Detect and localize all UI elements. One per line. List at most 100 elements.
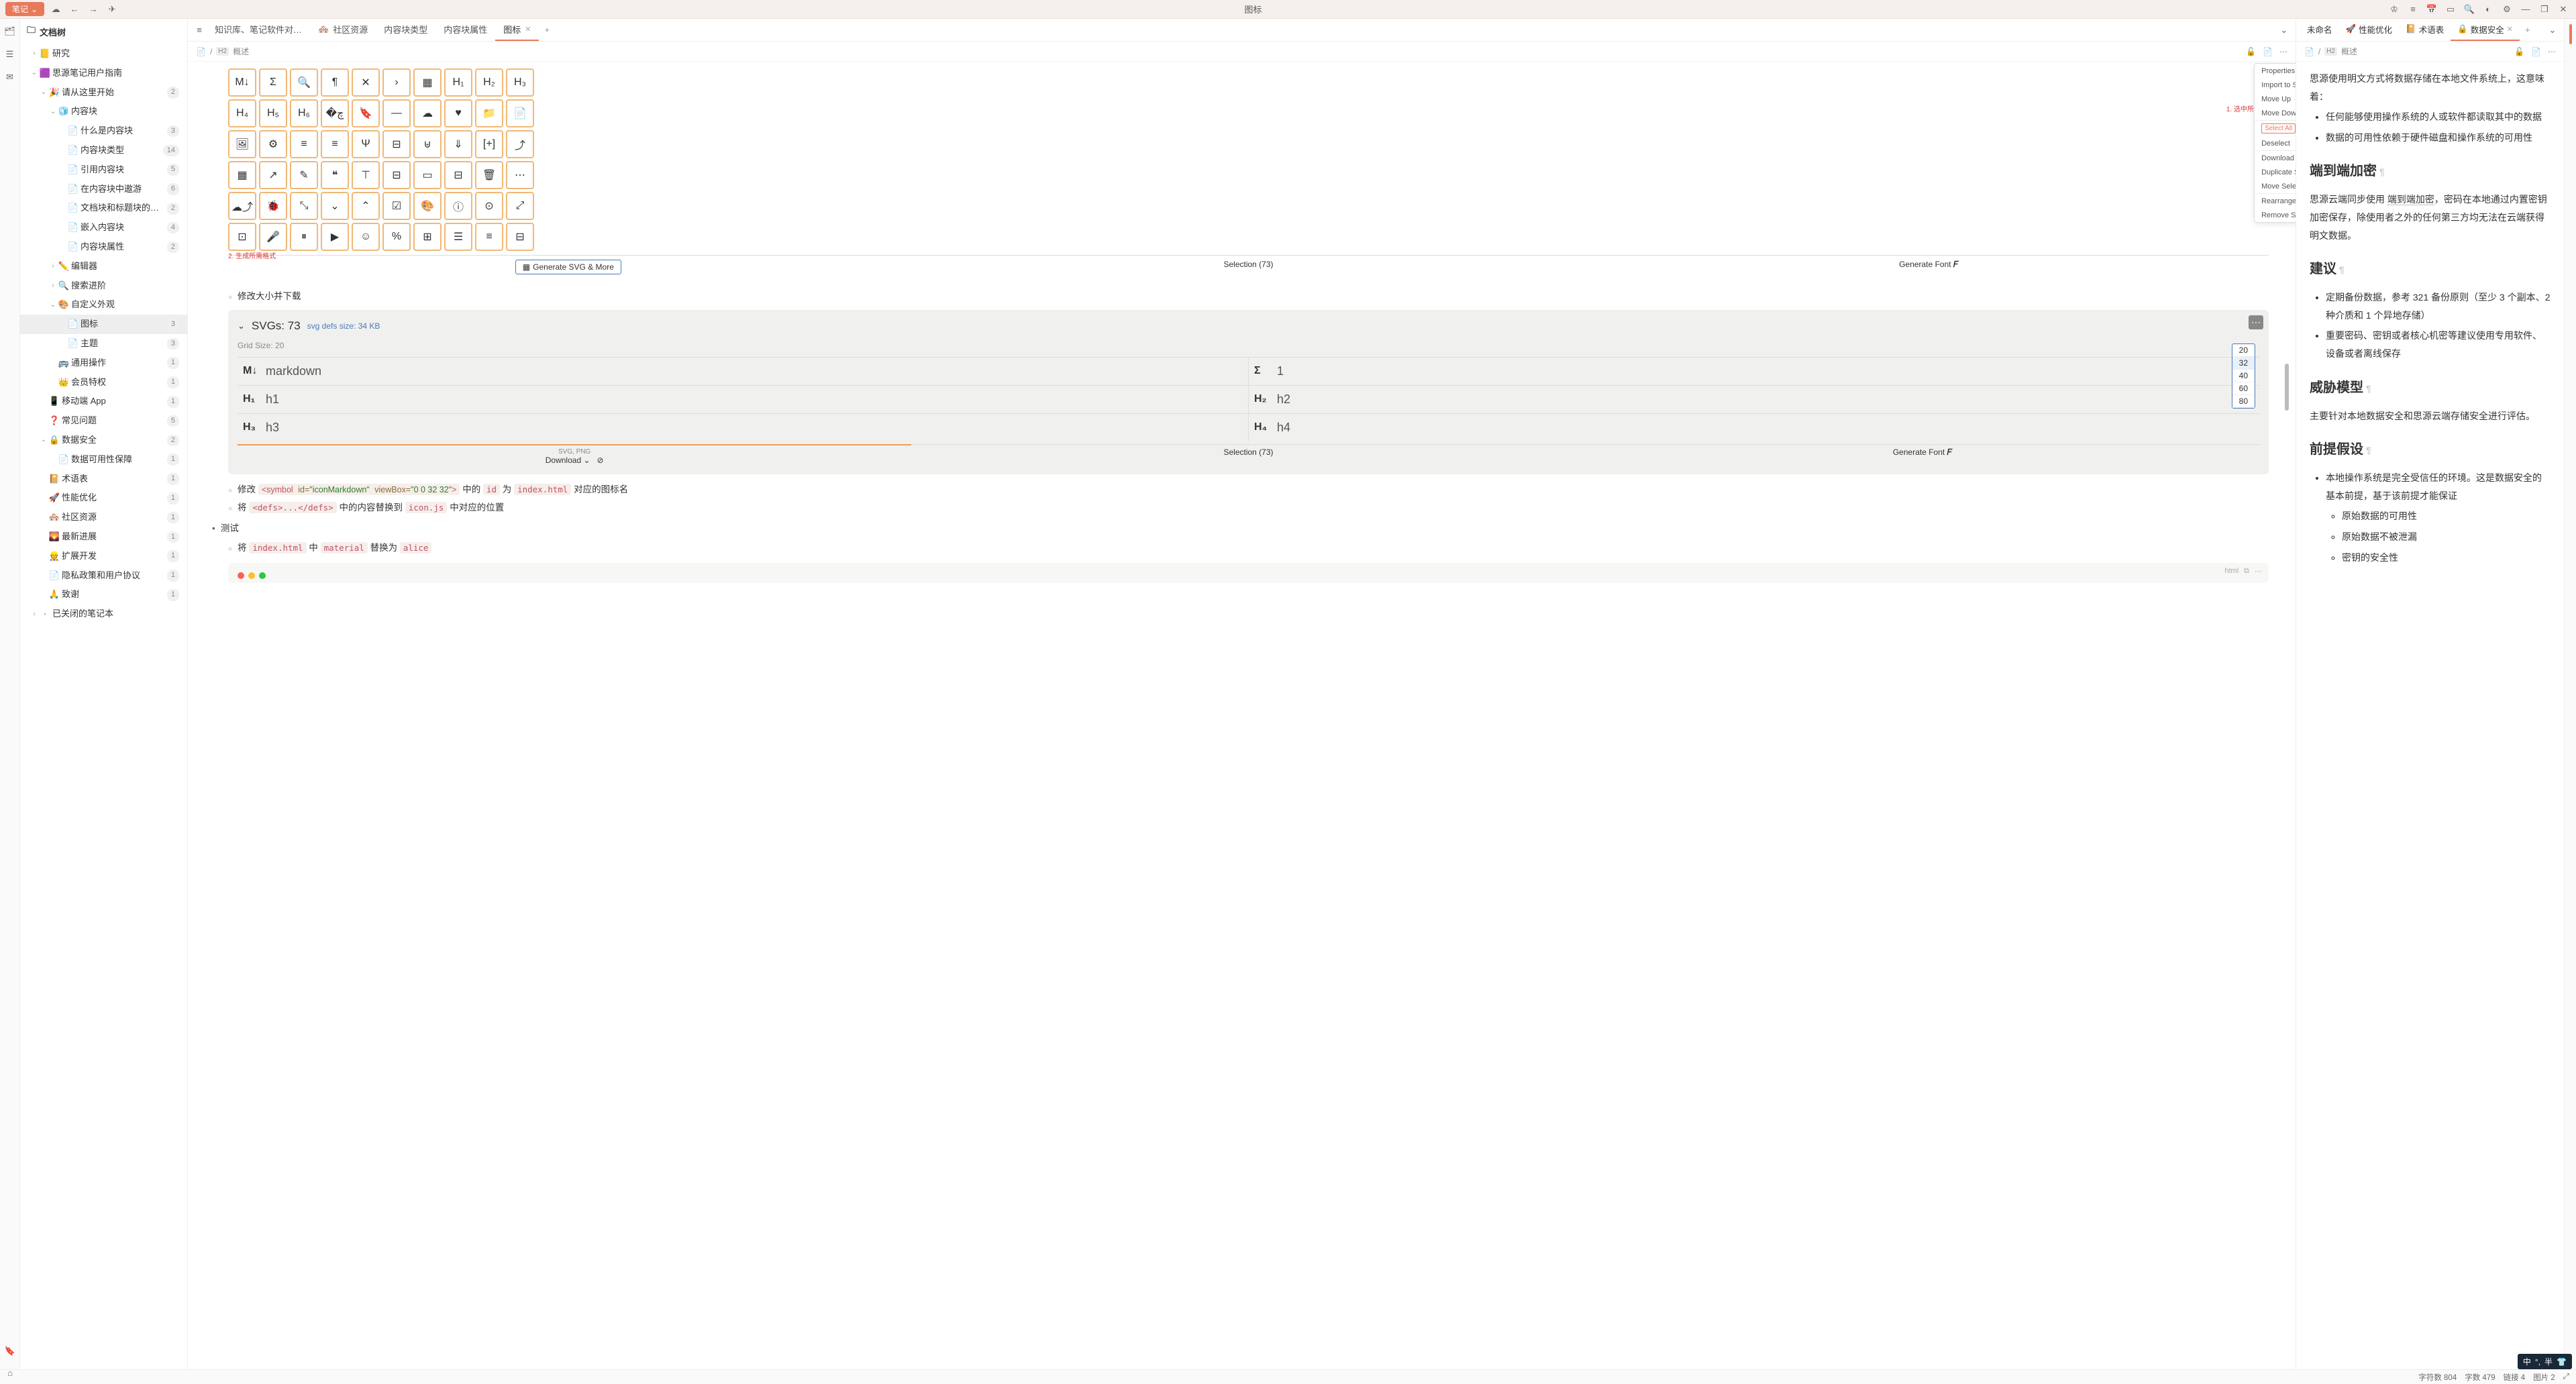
icon-cell[interactable]: ⊟ <box>382 130 411 158</box>
tree-item[interactable]: ⌄🎨自定义外观 <box>20 295 187 315</box>
icon-cell[interactable]: ✎ <box>290 161 318 189</box>
icon-cell[interactable]: ⊡ <box>228 223 256 251</box>
tree-item[interactable]: 🌄最新进展1 <box>20 527 187 547</box>
doc-icon[interactable]: 📄 <box>2531 47 2541 56</box>
tree-item[interactable]: 📄嵌入内容块4 <box>20 218 187 237</box>
doc-icon[interactable]: 📄 <box>2263 47 2273 56</box>
icon-cell[interactable]: �چ <box>321 99 349 127</box>
icon-cell[interactable]: ⊎ <box>413 130 442 158</box>
icon-cell[interactable]: ⤴ <box>506 130 534 158</box>
tab-add[interactable]: + <box>2520 22 2536 38</box>
tree-item[interactable]: 👑会员特权1 <box>20 373 187 392</box>
tab-close-icon[interactable]: ✕ <box>525 25 531 34</box>
icon-cell[interactable]: ≡ <box>290 130 318 158</box>
window-icon[interactable]: ▭ <box>2443 2 2458 17</box>
tree-item[interactable]: 👷扩展开发1 <box>20 547 187 566</box>
menu-item[interactable]: Move Selection Here⎘ <box>2255 179 2296 193</box>
tab-add[interactable]: + <box>539 22 555 38</box>
menu-item[interactable]: Duplicate Selection Here⎘ <box>2255 165 2296 179</box>
icon-cell[interactable]: 🐞 <box>259 192 287 220</box>
svg-entry[interactable]: M↓markdown <box>238 358 1249 385</box>
tree-item[interactable]: 🚀性能优化1 <box>20 488 187 508</box>
anchor-icon[interactable]: ¶ <box>2366 383 2371 394</box>
icon-cell[interactable]: 📁 <box>475 99 503 127</box>
tree-item[interactable]: 🏘️社区资源1 <box>20 508 187 527</box>
icon-cell[interactable]: ▶ <box>321 223 349 251</box>
tree-item[interactable]: ›·已关闭的笔记本 <box>20 604 187 624</box>
tree-item[interactable]: ›🔍搜索进阶 <box>20 276 187 296</box>
svg-entry[interactable]: H₂h2 <box>1249 386 2259 413</box>
anchor-icon[interactable]: ¶ <box>2366 445 2371 456</box>
icon-cell[interactable]: 📄 <box>506 99 534 127</box>
icon-cell[interactable]: ⊟ <box>382 161 411 189</box>
tab[interactable]: 内容块类型 <box>376 19 435 41</box>
icon-cell[interactable]: H₁ <box>444 68 472 97</box>
tree-item[interactable]: 📄隐私政策和用户协议1 <box>20 566 187 586</box>
e2e-link[interactable]: 端到端加密 <box>2387 194 2434 205</box>
icon-cell[interactable]: ☁ <box>413 99 442 127</box>
size-option[interactable]: 80 <box>2232 395 2255 408</box>
search-icon[interactable]: 🔍 <box>2462 2 2477 17</box>
close-icon[interactable]: ✕ <box>2556 2 2571 17</box>
right-tab[interactable]: 🚀性能优化 <box>2339 19 2400 41</box>
icon-cell[interactable]: ❝ <box>321 161 349 189</box>
icon-cell[interactable]: ⇓ <box>444 130 472 158</box>
tree-item[interactable]: 📄内容块类型14 <box>20 141 187 160</box>
icon-cell[interactable]: ⓘ <box>444 192 472 220</box>
tab[interactable]: 图标✕ <box>495 19 539 41</box>
icon-cell[interactable]: ¶ <box>321 68 349 97</box>
tree-item[interactable]: 📄什么是内容块3 <box>20 121 187 141</box>
icon-cell[interactable]: ✕ <box>352 68 380 97</box>
icon-cell[interactable]: ≡ <box>475 223 503 251</box>
back-icon[interactable]: ← <box>67 2 82 17</box>
more-icon[interactable]: ⋯ <box>2279 47 2287 56</box>
tab-menu-icon[interactable]: ≡ <box>192 23 207 38</box>
menu-item[interactable]: Select AllDeselect <box>2255 120 2296 136</box>
icon-cell[interactable]: ▦ <box>413 68 442 97</box>
menu-item[interactable]: Deselect⎘ <box>2255 136 2296 150</box>
tab[interactable]: 知识库、笔记软件对… <box>207 19 310 41</box>
svg-entry[interactable]: H₃h3 <box>238 414 1249 441</box>
icon-cell[interactable]: H₂ <box>475 68 503 97</box>
icon-cell[interactable]: ⊞ <box>413 223 442 251</box>
lock-icon[interactable]: 🔓 <box>2514 47 2524 56</box>
icon-cell[interactable]: H₅ <box>259 99 287 127</box>
icon-cell[interactable]: — <box>382 99 411 127</box>
tree-item[interactable]: ›✏️编辑器 <box>20 257 187 276</box>
anchor-icon[interactable]: ¶ <box>2339 264 2345 275</box>
generate-svg-button[interactable]: ▦ Generate SVG & More <box>515 260 621 274</box>
size-option[interactable]: 60 <box>2232 382 2255 395</box>
outline-dock-icon[interactable]: ☰ <box>3 47 17 62</box>
icon-cell[interactable]: [+] <box>475 130 503 158</box>
right-tab[interactable]: 📔术语表 <box>2399 19 2451 41</box>
icon-cell[interactable]: ▦ <box>228 161 256 189</box>
tree-item[interactable]: ⌄🧊内容块 <box>20 102 187 121</box>
dl-generate-font[interactable]: Generate Font 𝐹 <box>1586 445 2259 468</box>
icon-cell[interactable]: M↓ <box>228 68 256 97</box>
tree-item[interactable]: ❓常见问题5 <box>20 411 187 431</box>
icon-cell[interactable]: ♥ <box>444 99 472 127</box>
right-tab[interactable]: 🔒数据安全✕ <box>2451 19 2520 41</box>
icon-cell[interactable]: Ψ <box>352 130 380 158</box>
icon-cell[interactable]: ⌃ <box>352 192 380 220</box>
tab-dropdown-icon[interactable]: ⌄ <box>2277 23 2291 38</box>
tree-item[interactable]: 📄在内容块中遨游6 <box>20 180 187 199</box>
generate-font-button[interactable]: Generate Font 𝐹 <box>1588 256 2269 278</box>
tree-item[interactable]: 📄内容块属性2 <box>20 237 187 257</box>
menu-item[interactable]: Move Up⎘ <box>2255 92 2296 106</box>
icon-cell[interactable]: 🗑 <box>475 161 503 189</box>
theme-icon[interactable]: ◐ <box>2481 2 2495 17</box>
icon-cell[interactable]: 🖼 <box>228 130 256 158</box>
collapse-icon[interactable]: ⌄ <box>238 321 245 331</box>
panel-menu-icon[interactable]: ⋯ <box>2249 315 2263 329</box>
more-icon[interactable]: ⋯ <box>2548 47 2556 56</box>
menu-item[interactable]: Remove Set⎘ <box>2255 208 2296 222</box>
tab[interactable]: 内容块属性 <box>435 19 495 41</box>
scrollbar-thumb[interactable] <box>2285 364 2289 411</box>
icon-cell[interactable]: 🔖 <box>352 99 380 127</box>
icon-cell[interactable]: H₆ <box>290 99 318 127</box>
menu-item[interactable]: Properties⎘ <box>2255 64 2296 78</box>
download-button[interactable]: Download ⌄ ⊘ <box>240 456 909 465</box>
settings-icon[interactable]: ⚙ <box>2500 2 2514 17</box>
tree-item[interactable]: 📄文档块和标题块的转换2 <box>20 199 187 218</box>
